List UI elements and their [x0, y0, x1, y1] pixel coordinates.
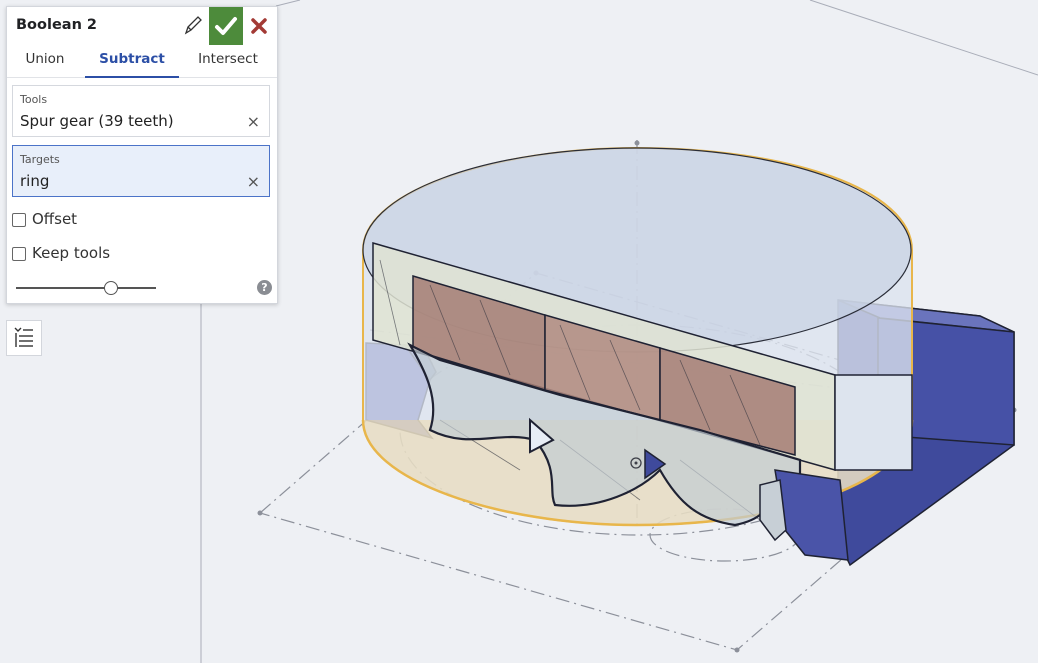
tab-intersect[interactable]: Intersect	[183, 45, 273, 76]
tab-union[interactable]: Union	[9, 45, 81, 76]
slider-track	[16, 287, 156, 289]
offset-checkbox[interactable]	[12, 213, 26, 227]
dialog-header: Boolean 2	[7, 7, 277, 45]
targets-label: Targets	[20, 153, 60, 166]
pencil-icon[interactable]	[179, 13, 205, 39]
boolean-dialog: Boolean 2 Union Subtract Intersect Tools…	[6, 6, 278, 304]
dialog-title: Boolean 2	[16, 17, 98, 33]
targets-field[interactable]: Targets ring ×	[12, 145, 270, 197]
slider-thumb[interactable]	[104, 281, 118, 295]
offset-label: Offset	[32, 210, 78, 228]
tools-field[interactable]: Tools Spur gear (39 teeth) ×	[12, 85, 270, 137]
tools-value: Spur gear (39 teeth)	[20, 112, 174, 130]
accept-button[interactable]	[209, 7, 243, 45]
cancel-button[interactable]	[245, 11, 273, 41]
transparency-slider[interactable]	[16, 280, 156, 295]
targets-value: ring	[20, 172, 50, 190]
question-icon[interactable]: ?	[257, 280, 272, 295]
close-icon	[251, 18, 267, 34]
checkmark-icon	[215, 17, 237, 35]
keep-tools-checkbox[interactable]	[12, 247, 26, 261]
tab-subtract[interactable]: Subtract	[85, 45, 179, 78]
targets-clear-icon[interactable]: ×	[247, 174, 260, 190]
feature-list-button[interactable]	[6, 320, 42, 356]
tools-label: Tools	[20, 93, 48, 106]
tools-clear-icon[interactable]: ×	[247, 114, 260, 130]
keep-tools-label: Keep tools	[32, 244, 111, 262]
feature-list-icon	[14, 327, 33, 347]
operation-tabs: Union Subtract Intersect	[7, 45, 277, 78]
